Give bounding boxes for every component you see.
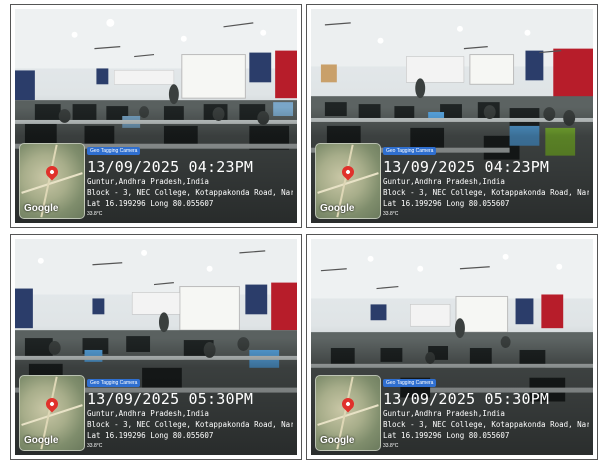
photo-card: Google Geo Tagging Camera 13/09/2025 04:… [306,4,598,228]
photo-card: Google Geo Tagging Camera 13/09/2025 05:… [306,234,598,460]
app-badge: Geo Tagging Camera [383,379,437,387]
classroom-photo: Google Geo Tagging Camera 13/09/2025 04:… [311,9,593,223]
timestamp: 13/09/2025 05:30PM [87,390,254,408]
map-pin-icon [43,163,61,181]
location-line: Guntur,Andhra Pradesh,India [383,177,505,186]
photo-card: Google Geo Tagging Camera 13/09/2025 04:… [10,4,302,228]
address-line: Block - 3, NEC College, Kotappakonda Roa… [87,420,293,429]
coordinates-line: Lat 16.199296 Long 80.055607 [383,431,510,440]
map-brand: Google [24,203,59,214]
coordinates-line: Lat 16.199296 Long 80.055607 [87,199,214,208]
geo-info: Geo Tagging Camera 13/09/2025 04:23PM Gu… [383,137,589,217]
map-pin-icon [339,395,357,413]
map-brand: Google [320,435,355,446]
timestamp: 13/09/2025 04:23PM [383,158,550,176]
photo-card: Google Geo Tagging Camera 13/09/2025 05:… [10,234,302,460]
location-map: Google [315,143,381,219]
address-line: Block - 3, NEC College, Kotappakonda Roa… [87,188,293,197]
app-badge: Geo Tagging Camera [87,147,141,155]
map-pin-icon [43,395,61,413]
classroom-photo: Google Geo Tagging Camera 13/09/2025 04:… [15,9,297,223]
map-brand: Google [24,435,59,446]
location-map: Google [315,375,381,451]
timestamp: 13/09/2025 04:23PM [87,158,254,176]
coordinates-line: Lat 16.199296 Long 80.055607 [383,199,510,208]
location-line: Guntur,Andhra Pradesh,India [383,409,505,418]
app-badge: Geo Tagging Camera [87,379,141,387]
coordinates-line: Lat 16.199296 Long 80.055607 [87,431,214,440]
temperature: 33.8°C [383,443,399,449]
location-line: Guntur,Andhra Pradesh,India [87,177,209,186]
temperature: 33.8°C [87,211,103,217]
map-pin-icon [339,163,357,181]
address-line: Block - 3, NEC College, Kotappakonda Roa… [383,420,589,429]
temperature: 33.8°C [383,211,399,217]
app-badge: Geo Tagging Camera [383,147,437,155]
location-map: Google [19,143,85,219]
timestamp: 13/09/2025 05:30PM [383,390,550,408]
classroom-photo: Google Geo Tagging Camera 13/09/2025 05:… [311,239,593,455]
geo-info: Geo Tagging Camera 13/09/2025 05:30PM Gu… [383,369,589,449]
location-map: Google [19,375,85,451]
location-line: Guntur,Andhra Pradesh,India [87,409,209,418]
address-line: Block - 3, NEC College, Kotappakonda Roa… [383,188,589,197]
map-brand: Google [320,203,355,214]
geo-info: Geo Tagging Camera 13/09/2025 05:30PM Gu… [87,369,293,449]
geo-info: Geo Tagging Camera 13/09/2025 04:23PM Gu… [87,137,293,217]
classroom-photo: Google Geo Tagging Camera 13/09/2025 05:… [15,239,297,455]
temperature: 33.8°C [87,443,103,449]
